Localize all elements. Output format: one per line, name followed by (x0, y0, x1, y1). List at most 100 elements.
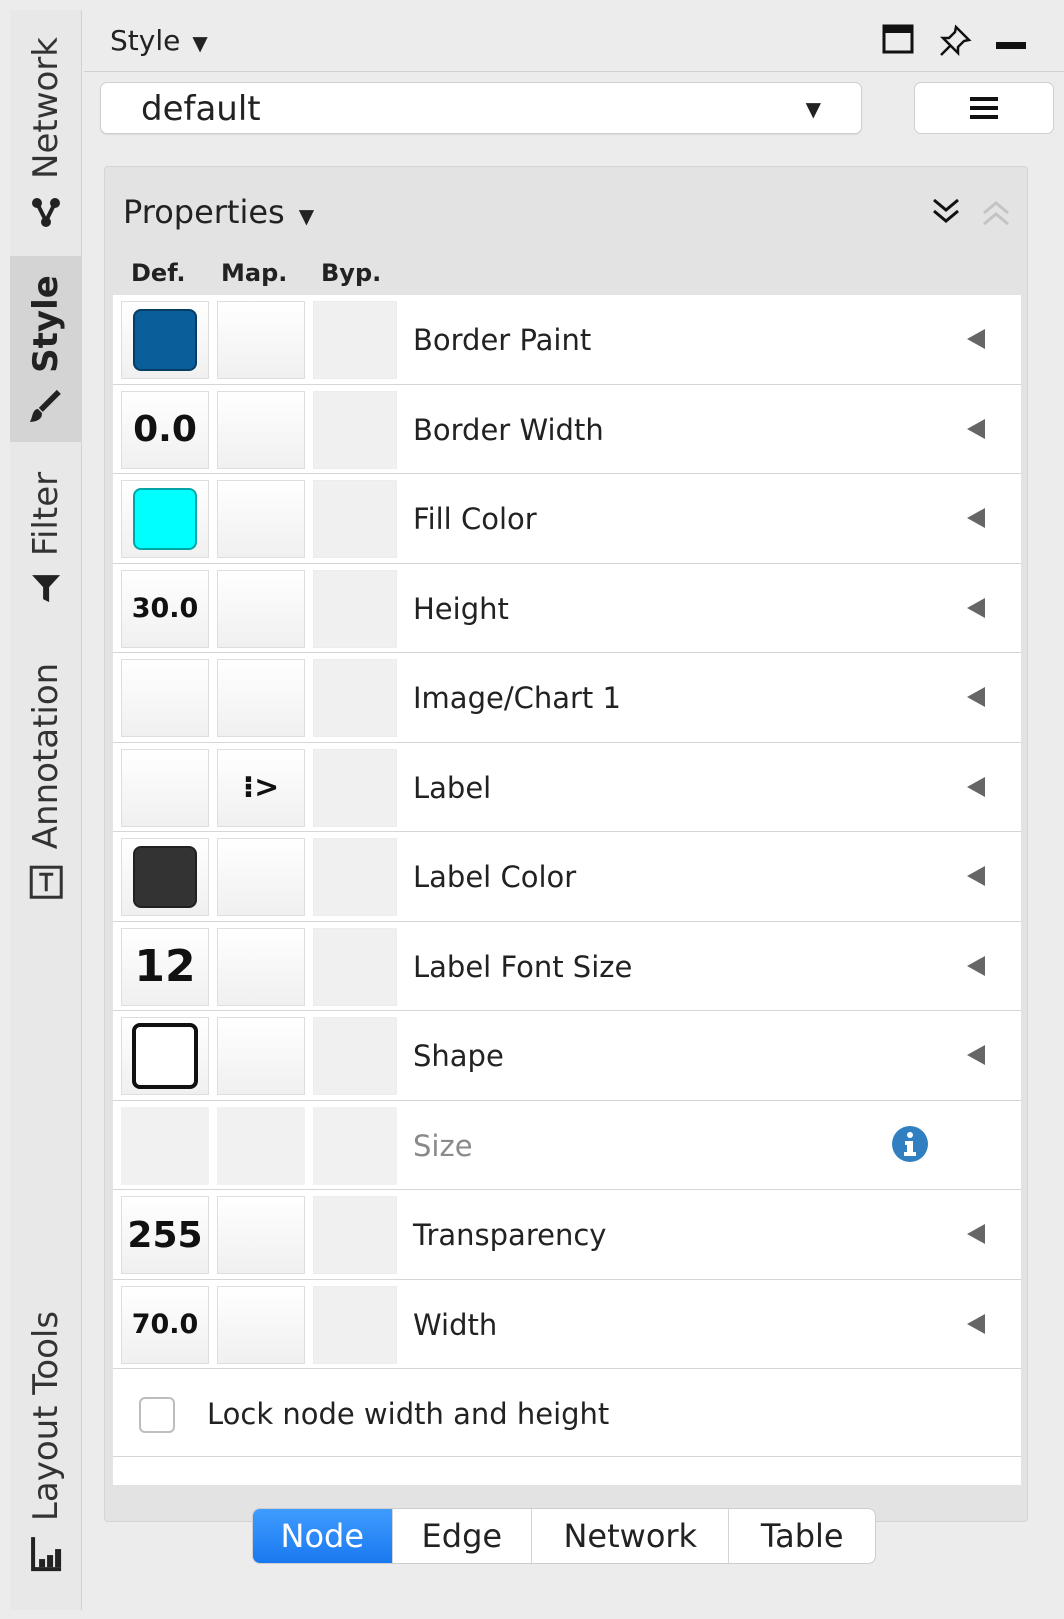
tab-table[interactable]: Table (729, 1509, 875, 1563)
side-tab-network[interactable]: Network (10, 24, 82, 242)
expand-arrow-icon[interactable] (965, 864, 987, 888)
expand-arrow-icon[interactable] (965, 1312, 987, 1336)
property-name: Label Font Size (413, 949, 633, 984)
expand-all-icon[interactable] (931, 197, 961, 225)
bypass-cell[interactable] (313, 390, 397, 469)
float-window-icon[interactable] (882, 24, 914, 54)
expand-arrow-icon[interactable] (965, 685, 987, 709)
mapping-cell[interactable] (217, 1196, 305, 1274)
expand-arrow-icon[interactable] (965, 1222, 987, 1246)
default-value-cell[interactable] (121, 480, 209, 558)
style-dropdown[interactable]: default ▼ (100, 82, 862, 134)
side-tab-label: Annotation (26, 662, 67, 850)
mapping-cell[interactable] (217, 1017, 305, 1095)
default-value-text: 12 (134, 941, 196, 992)
default-value-cell[interactable]: 0.0 (121, 390, 209, 469)
bypass-cell[interactable] (313, 748, 397, 827)
passthrough-mapping-icon: ⁝> (242, 770, 280, 805)
mapping-cell[interactable] (217, 927, 305, 1006)
bypass-cell[interactable] (313, 480, 397, 558)
properties-table: Border Paint 0.0 Border Width Fill Color 30.… (113, 295, 1021, 1485)
default-value-text: 30.0 (131, 593, 199, 624)
chevron-down-icon: ▼ (192, 31, 208, 55)
default-value-cell[interactable]: 30.0 (121, 569, 209, 648)
default-value-text: 0.0 (133, 409, 197, 450)
property-row-label: ⁝> Label (113, 742, 1021, 832)
expand-arrow-icon[interactable] (965, 954, 987, 978)
property-name: Width (413, 1307, 498, 1342)
property-name: Label Color (413, 860, 577, 894)
side-tab-annotation[interactable]: Annotation (10, 650, 82, 912)
property-name: Transparency (413, 1218, 607, 1252)
mapping-cell[interactable]: ⁝> (217, 748, 305, 827)
default-value-cell[interactable] (121, 748, 209, 827)
default-value-cell[interactable]: 70.0 (121, 1285, 209, 1364)
hamburger-menu-icon (970, 97, 998, 119)
expand-arrow-icon[interactable] (965, 596, 987, 620)
side-tab-style[interactable]: Style (10, 256, 82, 442)
properties-title: Properties (123, 193, 285, 231)
network-icon (32, 197, 60, 227)
tab-network[interactable]: Network (532, 1509, 730, 1563)
mapping-cell[interactable] (217, 659, 305, 737)
default-value-cell[interactable] (121, 301, 209, 379)
bypass-cell[interactable] (313, 1017, 397, 1095)
properties-header[interactable]: Properties ▼ (123, 193, 314, 231)
side-tab-layout-tools[interactable]: Layout Tools (10, 1282, 82, 1600)
mapping-cell[interactable] (217, 390, 305, 469)
layout-tools-icon (31, 1537, 61, 1572)
property-name: Size (413, 1128, 473, 1163)
tab-node[interactable]: Node (253, 1509, 393, 1563)
default-value-cell[interactable] (121, 659, 209, 737)
default-value-cell[interactable]: 12 (121, 927, 209, 1006)
mapping-cell[interactable] (217, 569, 305, 648)
bypass-cell[interactable] (313, 1196, 397, 1274)
style-selector-row: default ▼ (100, 82, 1064, 144)
bypass-cell[interactable] (313, 301, 397, 379)
property-name: Label (413, 770, 492, 805)
color-swatch (133, 846, 197, 908)
info-icon[interactable] (891, 1125, 929, 1163)
property-row-transparency: 255 Transparency (113, 1190, 1021, 1280)
bypass-cell[interactable] (313, 1285, 397, 1364)
bypass-cell[interactable] (313, 838, 397, 916)
property-name: Height (413, 591, 509, 626)
expand-arrow-icon[interactable] (965, 417, 987, 441)
lock-size-row: Lock node width and height (113, 1369, 1021, 1457)
expand-arrow-icon[interactable] (965, 1043, 987, 1067)
bypass-cell[interactable] (313, 569, 397, 648)
collapse-all-icon (983, 201, 1009, 226)
side-tab-label: Layout Tools (26, 1310, 66, 1522)
panel-title-text: Style (110, 24, 181, 57)
default-value-cell[interactable]: 255 (121, 1196, 209, 1274)
expand-arrow-icon[interactable] (965, 327, 987, 351)
rounded-rectangle-shape-icon (132, 1023, 198, 1089)
tab-edge[interactable]: Edge (393, 1509, 533, 1563)
mapping-cell[interactable] (217, 301, 305, 379)
default-value-cell[interactable] (121, 838, 209, 916)
default-value-cell (121, 1106, 209, 1185)
property-row-border-paint: Border Paint (113, 295, 1021, 385)
expand-arrow-icon[interactable] (965, 506, 987, 530)
mapping-cell[interactable] (217, 838, 305, 916)
pin-icon[interactable] (938, 24, 972, 56)
panel-title[interactable]: Style ▼ (110, 24, 208, 57)
bypass-cell[interactable] (313, 659, 397, 737)
column-header-map: Map. (221, 259, 288, 287)
style-panel: Style ▼ default ▼ Properties ▼ Def. Map.… (84, 10, 1064, 1619)
property-row-border-width: 0.0 Border Width (113, 384, 1021, 474)
empty-row (113, 1457, 1021, 1485)
side-tab-filter[interactable]: Filter (10, 458, 82, 618)
style-options-button[interactable] (914, 82, 1054, 134)
bypass-cell[interactable] (313, 927, 397, 1006)
mapping-cell[interactable] (217, 480, 305, 558)
mapping-cell[interactable] (217, 1285, 305, 1364)
expand-arrow-icon[interactable] (965, 775, 987, 799)
minimize-icon[interactable] (996, 40, 1026, 50)
default-value-cell[interactable] (121, 1017, 209, 1095)
panel-title-bar: Style ▼ (84, 10, 1064, 72)
funnel-icon (32, 575, 61, 603)
lock-size-checkbox[interactable] (139, 1397, 175, 1433)
lock-size-label: Lock node width and height (207, 1397, 610, 1431)
property-row-shape: Shape (113, 1011, 1021, 1101)
